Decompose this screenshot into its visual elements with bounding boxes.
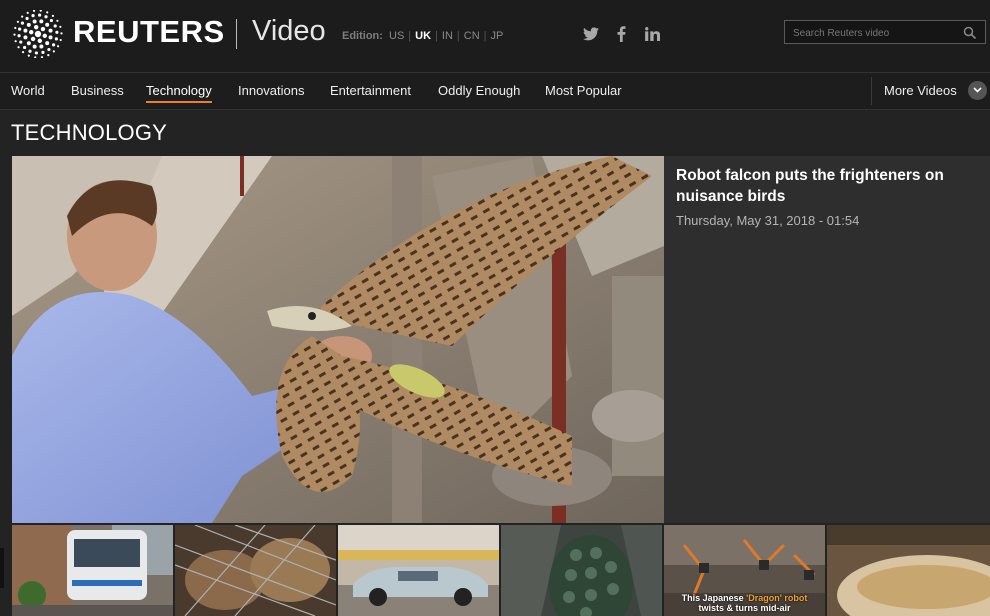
nav-item-business[interactable]: Business (71, 83, 124, 98)
nav-divider (871, 77, 872, 105)
facebook-icon[interactable] (614, 24, 628, 44)
search-icon[interactable] (963, 26, 977, 40)
twitter-icon[interactable] (582, 24, 600, 44)
edition-jp[interactable]: JP (491, 30, 504, 42)
nav-item-most-popular[interactable]: Most Popular (545, 83, 622, 98)
search-box (784, 20, 986, 44)
feature-date: Thursday, May 31, 2018 - 01:54 (676, 213, 860, 228)
caption-highlight: 'Dragon' robot (746, 593, 808, 603)
nav-item-technology[interactable]: Technology (146, 83, 212, 103)
video-thumbnail[interactable] (501, 525, 662, 616)
brand-name[interactable]: REUTERS (73, 14, 225, 50)
video-thumbnail[interactable] (827, 525, 990, 616)
linkedin-icon[interactable] (643, 24, 661, 44)
search-input[interactable] (791, 23, 963, 43)
more-videos-button[interactable] (968, 81, 987, 100)
thumbnail-caption: This Japanese 'Dragon' robot twists & tur… (664, 593, 825, 613)
nav-item-oddly-enough[interactable]: Oddly Enough (438, 83, 520, 98)
logo-divider (236, 19, 237, 49)
feature-title[interactable]: Robot falcon puts the frighteners on nui… (676, 165, 976, 207)
edition-cn[interactable]: CN (464, 30, 480, 42)
edition-us[interactable]: US (389, 30, 404, 42)
video-thumbnail[interactable] (175, 525, 336, 616)
feature-info-panel: Robot falcon puts the frighteners on nui… (664, 156, 990, 523)
more-videos-link[interactable]: More Videos (884, 83, 957, 98)
edition-divider: | (408, 30, 412, 42)
edition-uk[interactable]: UK (415, 30, 431, 42)
feature-video-thumbnail[interactable] (12, 156, 664, 523)
edition-divider: | (456, 30, 460, 42)
site-header: REUTERS Video Edition: US | UK | IN | CN | JP (0, 0, 990, 72)
edition-divider: | (435, 30, 438, 42)
video-thumbnail[interactable]: This Japanese 'Dragon' robot twists & tur… (664, 525, 825, 616)
chevron-down-icon (973, 87, 982, 93)
nav-item-world[interactable]: World (11, 83, 45, 98)
edition-label: Edition: (342, 30, 383, 42)
scroll-arrow-left[interactable] (0, 548, 4, 588)
caption-line2: twists & turns mid-air (698, 603, 791, 613)
section-name[interactable]: Video (252, 15, 326, 48)
caption-text: This Japanese (681, 593, 747, 603)
nav-item-entertainment[interactable]: Entertainment (330, 83, 411, 98)
edition-in[interactable]: IN (442, 30, 453, 42)
page-title: TECHNOLOGY (11, 120, 168, 145)
edition-divider: | (483, 30, 487, 42)
main-nav: World Business Technology Innovations En… (0, 72, 990, 110)
edition-selector: Edition: US | UK | IN | CN | JP (342, 30, 503, 42)
reuters-logo-icon[interactable] (11, 10, 65, 58)
nav-item-innovations[interactable]: Innovations (238, 83, 305, 98)
video-thumbnail[interactable] (12, 525, 173, 616)
video-thumbnail[interactable] (338, 525, 499, 616)
